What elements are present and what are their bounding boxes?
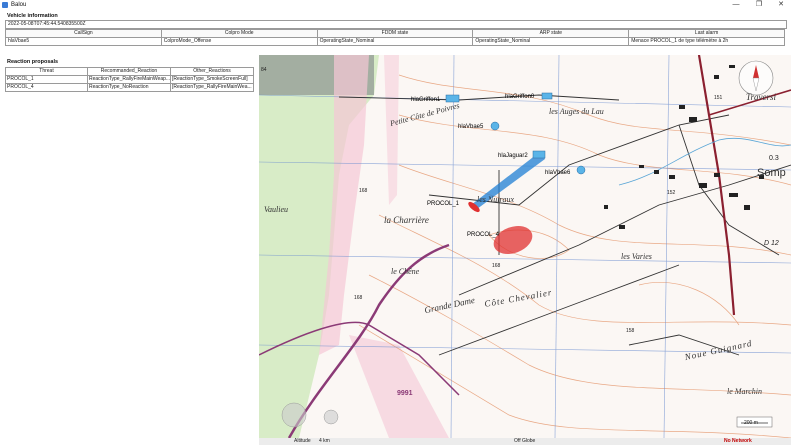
vehicle-info-table: CallSign Colpro Mode FDDM state ARP stat… — [5, 29, 785, 46]
table-cell: ReactionType_NoReaction — [87, 83, 171, 92]
column-header[interactable]: Last alarm — [628, 29, 785, 38]
unit-label[interactable]: hlaVbae6 — [545, 170, 570, 176]
elevation-label: 0.3 — [769, 155, 779, 162]
timestamp-value: 2022-05-08T07:45:44.540835500Z — [8, 21, 86, 27]
vbae5-marker[interactable] — [490, 121, 500, 131]
map-canvas — [259, 55, 791, 438]
elevation-label: 151 — [714, 95, 723, 101]
table-cell: ColproMode_Offense — [160, 37, 318, 46]
close-button[interactable]: ✕ — [770, 0, 791, 10]
table-cell: hlaVbae5 — [5, 37, 162, 46]
roads — [338, 94, 791, 356]
elevation-label: 168 — [492, 263, 501, 269]
reaction-proposals-title: Reaction proposals — [7, 59, 59, 65]
elevation-label: 152 — [667, 190, 676, 196]
unit-label[interactable]: hlaVbae5 — [458, 124, 483, 130]
table-header-row: Threat Recommanded_Reaction Other_Reacti… — [5, 67, 254, 76]
globe-status: Off Globe — [514, 438, 536, 444]
village-buildings — [604, 65, 764, 229]
threat-label[interactable]: PROCOL_1 — [427, 201, 459, 207]
jaguar-marker[interactable] — [532, 150, 546, 159]
network-status: No Network — [724, 438, 752, 444]
reaction-proposals-table: Threat Recommanded_Reaction Other_Reacti… — [5, 67, 254, 92]
place-label: les Varies — [621, 252, 652, 261]
unit-label[interactable]: hlaGriffon1 — [411, 97, 440, 103]
column-header[interactable]: FDDM state — [316, 29, 474, 38]
table-header-row: CallSign Colpro Mode FDDM state ARP stat… — [5, 29, 785, 38]
column-header[interactable]: Threat — [5, 67, 88, 76]
maximize-button[interactable]: ❐ — [748, 0, 770, 10]
table-cell: [ReactionType_SmokeScreenFull] — [170, 75, 254, 84]
table-cell: ReactionType_RallyFireMainWeap... — [87, 75, 171, 84]
map-view[interactable]: Petite Côte de Poivres les Auges du Lau … — [259, 55, 791, 438]
range-label: 4 km — [319, 438, 330, 444]
column-header[interactable]: Recommanded_Reaction — [87, 67, 171, 76]
unit-label[interactable]: hlaJaguar2 — [498, 153, 528, 159]
table-cell: OperatingState_Nominal — [316, 37, 474, 46]
vehicle-info-title: Vehicle information — [7, 13, 58, 19]
app-icon — [2, 2, 8, 8]
minimize-button[interactable]: — — [725, 0, 747, 10]
elevation-label: 158 — [626, 328, 635, 334]
place-label: le Chêne — [391, 267, 420, 276]
place-label: la Charrière — [384, 215, 429, 225]
zoom-control[interactable] — [323, 409, 339, 425]
table-cell: [ReactionType_RallyFireMainWea... — [170, 83, 254, 92]
altitude-label: Altitude — [294, 438, 311, 444]
place-label: les Nuiraux — [477, 195, 515, 204]
place-label: le Marchin — [727, 387, 763, 396]
table-cell: PROCOL_1 — [5, 75, 88, 84]
elevation-label: 84 — [261, 67, 267, 73]
place-label: Traversi — [746, 92, 777, 102]
window-title: Balou — [11, 2, 27, 8]
column-header[interactable]: CallSign — [5, 29, 162, 38]
unit-label[interactable]: hlaGriffon0 — [505, 94, 534, 100]
scale-label: 200 m — [744, 420, 758, 426]
place-label: les Auges du Lau — [549, 107, 604, 116]
column-header[interactable]: Colpro Mode — [160, 29, 318, 38]
place-label: Vaulieu — [264, 205, 288, 214]
procol4-threat-zone[interactable] — [490, 221, 536, 259]
threat-label[interactable]: PROCOL_4 — [467, 232, 499, 238]
elevation-label: 168 — [359, 188, 368, 194]
table-row[interactable]: PROCOL_1 ReactionType_RallyFireMainWeap.… — [5, 75, 254, 84]
table-row[interactable]: hlaVbae5 ColproMode_Offense OperatingSta… — [5, 37, 785, 46]
restricted-zone — [349, 335, 449, 438]
table-row[interactable]: PROCOL_4 ReactionType_NoReaction [Reacti… — [5, 83, 254, 92]
navigation-control[interactable] — [281, 402, 307, 428]
column-header[interactable]: Other_Reactions — [170, 67, 254, 76]
road-label: 9991 — [397, 390, 413, 397]
column-header[interactable]: ARP state — [472, 29, 630, 38]
table-cell: OperatingState_Nominal — [472, 37, 630, 46]
elevation-label: 168 — [354, 295, 363, 301]
restricted-zone — [384, 55, 399, 205]
table-cell: Menace PROCOL_1 de type télémètre à 2h — [628, 37, 785, 46]
road-label: D 12 — [764, 240, 779, 247]
title-bar: Balou — ❐ ✕ — [0, 0, 791, 10]
status-bar: Altitude 4 km Off Globe No Network — [259, 438, 791, 445]
timestamp-field: 2022-05-08T07:45:44.540835500Z — [5, 20, 787, 29]
table-cell: PROCOL_4 — [5, 83, 88, 92]
vbae6-marker[interactable] — [576, 165, 586, 175]
griffon2-marker[interactable] — [541, 92, 553, 100]
place-label: Somp — [757, 167, 786, 179]
